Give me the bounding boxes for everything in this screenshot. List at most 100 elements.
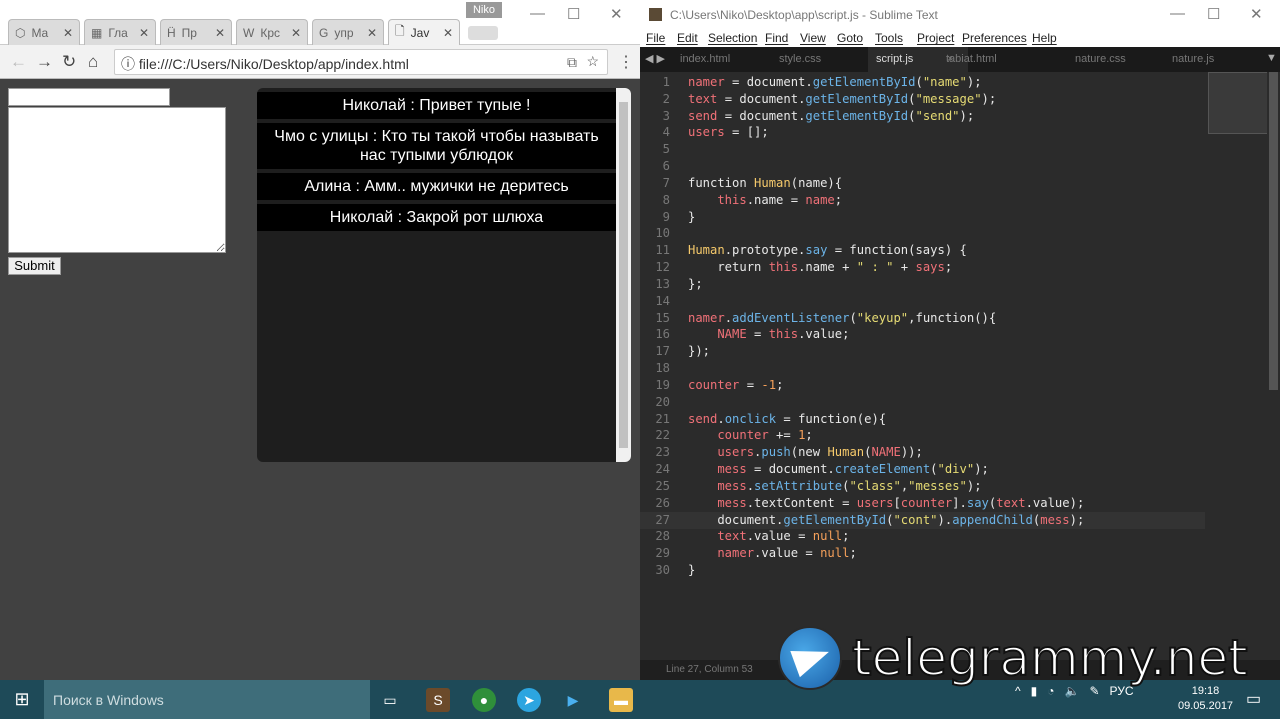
watermark-text: telegrammy.net — [851, 628, 1249, 688]
minimize-button[interactable]: — — [1170, 5, 1185, 22]
new-tab-button[interactable] — [468, 26, 498, 40]
tab-favicon-icon: W — [243, 25, 255, 40]
code-token: addEventListener — [732, 310, 850, 325]
menu-tools[interactable]: Tools — [875, 31, 903, 45]
forward-icon[interactable]: → — [36, 52, 53, 72]
line-number: 12 — [655, 260, 670, 275]
browser-tab[interactable]: 🗋 Jav ✕ — [388, 19, 460, 45]
tab-close-icon[interactable]: ✕ — [63, 26, 73, 40]
profile-button[interactable]: Niko — [466, 2, 502, 18]
browser-tab[interactable]: ▦ Гла ✕ — [84, 19, 156, 45]
editor-tab[interactable]: tabiat.html — [946, 53, 997, 65]
browser-tab[interactable]: Gупр ✕ — [312, 19, 384, 45]
name-input[interactable] — [8, 88, 170, 106]
home-icon[interactable]: ⌂ — [88, 52, 98, 72]
menu-selection[interactable]: Selection — [708, 31, 757, 45]
code-token: Human — [688, 243, 725, 258]
editor-scrollbar[interactable] — [1267, 72, 1280, 660]
taskbar-search[interactable]: Поиск в Windows — [44, 680, 370, 719]
code-token: ); — [966, 478, 982, 493]
info-icon[interactable]: ⓘ — [121, 56, 139, 72]
code-line: 14 — [640, 293, 1205, 310]
minimap[interactable] — [1208, 72, 1268, 134]
file-explorer-icon[interactable]: ▬ — [609, 688, 633, 712]
tab-label: Крс — [260, 25, 280, 40]
menu-file[interactable]: File — [646, 31, 665, 45]
back-icon[interactable]: ← — [10, 52, 27, 72]
telegram-taskbar-icon[interactable]: ➤ — [517, 688, 541, 712]
tab-close-icon[interactable]: ✕ — [139, 26, 149, 40]
code-token: say — [966, 495, 989, 510]
code-token: ). — [937, 512, 953, 527]
code-token: .prototype. — [724, 243, 806, 258]
code-token: mess — [1040, 512, 1070, 527]
menu-preferences[interactable]: Preferences — [962, 31, 1027, 45]
line-number: 13 — [655, 276, 670, 291]
code-token: "div" — [937, 462, 975, 477]
reload-icon[interactable]: ↻ — [62, 52, 76, 72]
maximize-button[interactable]: ☐ — [567, 5, 580, 23]
tab-label: Ma — [31, 25, 49, 40]
editor-tab[interactable]: nature.css — [1075, 53, 1126, 65]
editor-tab[interactable]: index.html — [680, 53, 730, 65]
bookmark-star-icon[interactable]: ☆ — [586, 53, 599, 70]
menu-view[interactable]: View — [800, 31, 826, 45]
minimize-button[interactable]: — — [530, 5, 545, 22]
code-token: users — [688, 445, 755, 460]
translate-icon[interactable]: ⧉ — [567, 54, 577, 71]
browser-tab[interactable]: Ḧ Пр ✕ — [160, 19, 232, 45]
sublime-taskbar-icon[interactable]: S — [426, 688, 450, 712]
tab-nav-arrows-icon[interactable]: ◀ ▶ — [645, 52, 665, 65]
code-token: mess — [688, 478, 747, 493]
menu-find[interactable]: Find — [765, 31, 788, 45]
tab-label: Jav — [410, 25, 430, 40]
line-number: 6 — [662, 159, 670, 174]
code-token: name — [805, 192, 835, 207]
code-token: .value = — [746, 529, 813, 544]
editor-tab[interactable]: script.js — [876, 53, 913, 65]
task-view-icon[interactable]: ▭ — [378, 688, 402, 712]
tab-favicon-icon: ⬡ — [15, 25, 26, 40]
chat-scrollbar[interactable] — [616, 88, 631, 462]
maximize-button[interactable]: ☐ — [1207, 5, 1220, 23]
submit-button[interactable]: Submit — [8, 257, 61, 275]
browser-tab[interactable]: W Крс ✕ — [236, 19, 308, 45]
tab-list-icon[interactable]: ▼ — [1266, 52, 1277, 64]
menu-goto[interactable]: Goto — [837, 31, 863, 45]
line-number: 7 — [662, 175, 670, 190]
chat-container: Николай : Привет тупые ! Чмо с улицы : Кт… — [257, 88, 631, 462]
code-area[interactable]: 1 namer = document.getElementById("name")… — [640, 72, 1205, 660]
tab-close-icon[interactable]: ✕ — [215, 26, 225, 40]
code-line: 5 — [640, 141, 1205, 158]
windows-start-icon[interactable]: ⊞ — [0, 680, 44, 719]
browser-tab[interactable]: ⬡ Ma ✕ — [8, 19, 80, 45]
code-token: this — [688, 192, 747, 207]
close-button[interactable]: ✕ — [610, 5, 623, 23]
code-token: NAME — [688, 327, 747, 342]
tab-close-icon[interactable]: ✕ — [367, 26, 377, 40]
telegram-globe-icon — [778, 626, 842, 690]
chrome-taskbar-icon[interactable]: ● — [472, 688, 496, 712]
menu-help[interactable]: Help — [1032, 31, 1057, 45]
code-token: = — [739, 377, 762, 392]
address-bar[interactable]: ⓘ file:///C:/Users/Niko/Desktop/app/inde… — [114, 49, 608, 75]
tab-close-icon[interactable]: ✕ — [443, 26, 453, 40]
menu-edit[interactable]: Edit — [677, 31, 698, 45]
menu-project[interactable]: Project — [917, 31, 954, 45]
notification-icon[interactable]: ▭ — [1246, 689, 1261, 709]
media-player-icon[interactable]: ▶ — [561, 688, 585, 712]
code-token: ,function(){ — [908, 310, 997, 325]
editor-tab[interactable]: style.css — [779, 53, 821, 65]
chat-message: Николай : Закрой рот шлюха — [257, 204, 616, 231]
menu-bar: File Edit Selection Find View Goto Tools Projec… — [640, 30, 1280, 47]
code-line: 7 function Human(name){ — [640, 175, 1205, 192]
close-button[interactable]: ✕ — [1250, 5, 1263, 23]
message-textarea[interactable] — [8, 107, 226, 253]
code-token: .value; — [798, 327, 850, 342]
menu-icon[interactable]: ⋮ — [618, 52, 634, 72]
code-token: ; — [776, 377, 784, 392]
tab-close-icon[interactable]: ✕ — [291, 26, 301, 40]
code-token: getElementById — [805, 91, 909, 106]
editor-tab[interactable]: nature.js — [1172, 53, 1214, 65]
code-token: ); — [966, 75, 982, 89]
